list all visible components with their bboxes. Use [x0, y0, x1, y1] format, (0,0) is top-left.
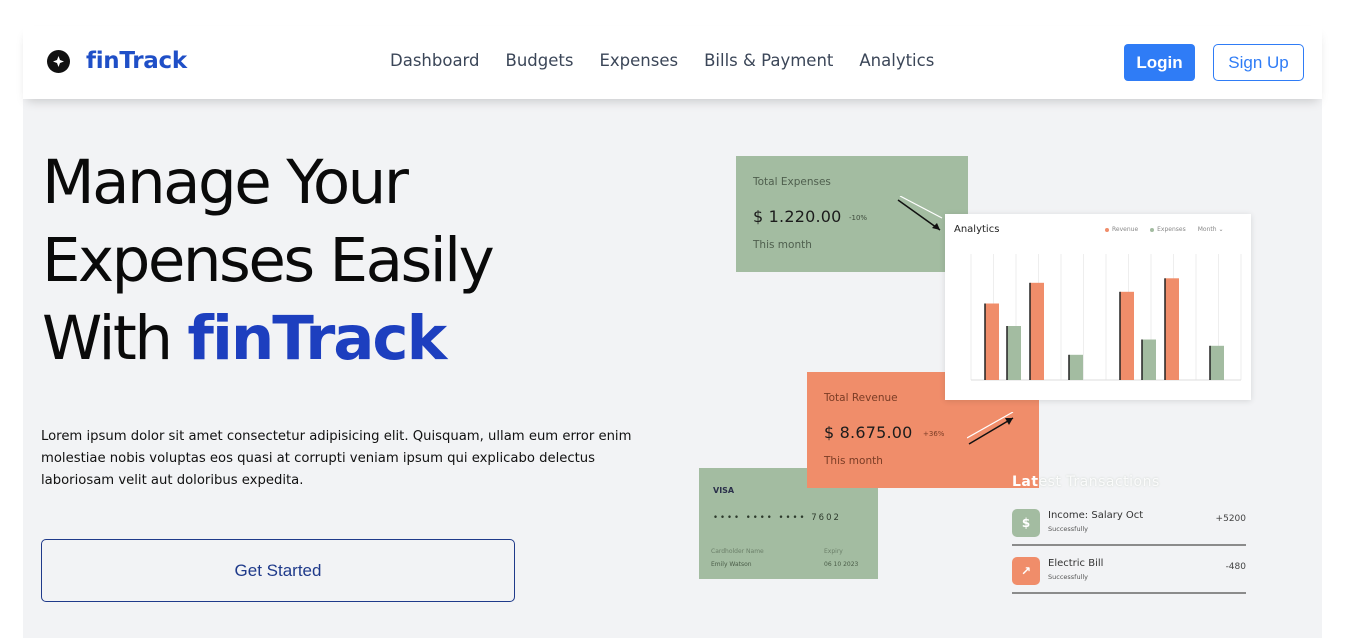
chart-bar — [1142, 339, 1156, 380]
chart-bar — [985, 303, 999, 380]
visa-holder-label: Cardholder Name — [711, 548, 764, 555]
nav-link-bills-payment[interactable]: Bills & Payment — [704, 51, 833, 70]
trend-down-arrow-icon — [897, 196, 943, 231]
chart-bar — [1210, 345, 1224, 380]
expenses-period: This month — [753, 239, 812, 251]
total-expenses-card: Total Expenses $ 1.220.00 -10% This mont… — [736, 156, 968, 272]
divider — [1012, 544, 1246, 546]
chart-bar — [1007, 326, 1021, 380]
hero-title-line3: With — [42, 303, 188, 374]
nav-link-budgets[interactable]: Budgets — [506, 51, 574, 70]
get-started-button[interactable]: Get Started — [41, 539, 515, 602]
brand-name: finTrack — [86, 48, 187, 74]
expenses-amount: $ 1.220.00 — [753, 207, 842, 226]
login-button[interactable]: Login — [1124, 44, 1195, 81]
hero-title-line1: Manage Your — [42, 147, 409, 218]
transaction-amount: +5200 — [1215, 514, 1246, 524]
chart-bar — [1069, 354, 1083, 380]
revenue-amount: $ 8.675.00 — [824, 423, 913, 442]
brand-logo[interactable]: finTrack — [47, 48, 187, 74]
nav-link-dashboard[interactable]: Dashboard — [390, 51, 480, 70]
transaction-item[interactable]: $ Income: Salary Oct Successfully +5200 — [1012, 506, 1246, 546]
analytics-card: Analytics Revenue Expenses Month ⌄ — [945, 214, 1251, 400]
trend-up-arrow-icon — [967, 412, 1014, 445]
transaction-item[interactable]: ↗ Electric Bill Successfully -480 — [1012, 554, 1246, 594]
visa-brand: VISA — [713, 486, 735, 495]
nav-link-analytics[interactable]: Analytics — [859, 51, 934, 70]
analytics-bar-chart — [970, 254, 1242, 381]
top-navbar: finTrack Dashboard Budgets Expenses Bill… — [23, 26, 1322, 99]
hero-title: Manage Your Expenses Easily With finTrac… — [42, 144, 682, 378]
transaction-name: Income: Salary Oct — [1048, 510, 1144, 521]
chart-bar — [1165, 278, 1179, 380]
arrow-icon: ↗ — [1012, 557, 1040, 585]
transaction-status: Successfully — [1048, 525, 1089, 533]
visa-expiry-label: Expiry — [824, 548, 843, 555]
transaction-status: Successfully — [1048, 573, 1089, 581]
dollar-icon: $ — [1012, 509, 1040, 537]
revenue-change: +36% — [923, 430, 945, 438]
logo-icon — [47, 49, 70, 73]
expenses-label: Total Expenses — [753, 176, 831, 188]
visa-holder: Emily Watson — [711, 561, 752, 568]
chart-bar — [1120, 291, 1134, 380]
expenses-change: -10% — [849, 214, 868, 222]
hero-description: Lorem ipsum dolor sit amet consectetur a… — [41, 429, 632, 488]
hero-title-line2: Expenses Easily — [42, 225, 495, 296]
nav-link-expenses[interactable]: Expenses — [599, 51, 678, 70]
latest-transactions-title: Latest Transactions — [1012, 474, 1160, 490]
divider — [1012, 592, 1246, 594]
visa-expiry: 06 10 2023 — [824, 561, 859, 568]
signup-button[interactable]: Sign Up — [1213, 44, 1304, 81]
chart-bar — [1030, 282, 1044, 380]
transaction-amount: -480 — [1225, 562, 1246, 572]
transaction-name: Electric Bill — [1048, 558, 1104, 569]
hero-title-brand: finTrack — [187, 303, 447, 374]
visa-number: •••• •••• •••• 7602 — [713, 513, 841, 523]
nav-links: Dashboard Budgets Expenses Bills & Payme… — [390, 51, 960, 70]
hero-illustration: Total Expenses $ 1.220.00 -10% This mont… — [690, 150, 1260, 600]
revenue-period: This month — [824, 455, 883, 467]
revenue-label: Total Revenue — [824, 392, 898, 404]
